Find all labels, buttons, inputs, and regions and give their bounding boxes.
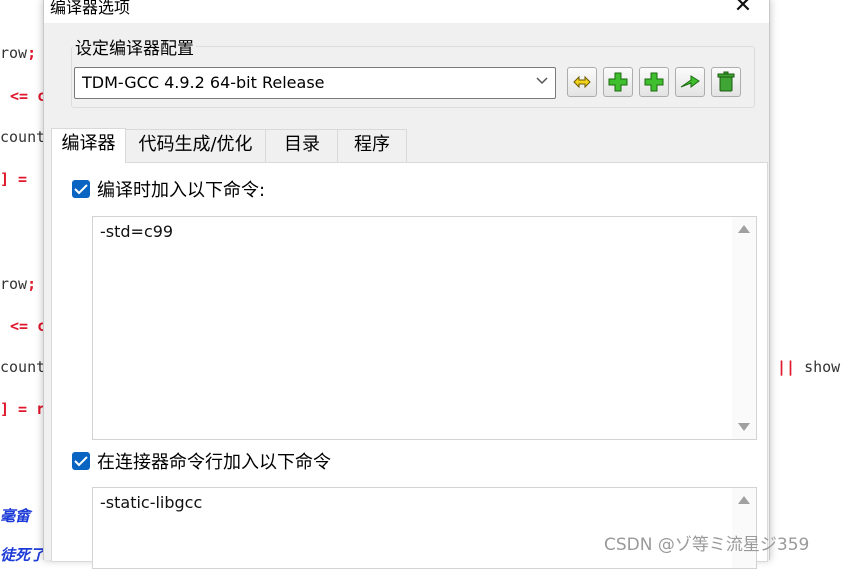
groupbox-label: 设定编译器配置 — [73, 34, 196, 59]
code-line-right: || show — [777, 358, 841, 376]
code-line: <= c — [10, 87, 47, 105]
add-compiler-set-button[interactable] — [603, 67, 633, 97]
delete-compiler-set-button[interactable] — [711, 67, 741, 97]
tab-compiler[interactable]: 编译器 — [51, 128, 126, 163]
linker-cmd-textarea[interactable]: -static-libgcc — [92, 487, 757, 569]
add-copy-compiler-set-button[interactable] — [639, 67, 669, 97]
compiler-cmd-value: -std=c99 — [100, 222, 174, 241]
compiler-cmd-checkbox[interactable] — [72, 180, 90, 198]
compiler-cmd-textarea[interactable]: -std=c99 — [92, 216, 757, 440]
dropdown-value: TDM-GCC 4.9.2 64-bit Release — [82, 73, 325, 92]
close-icon: ✕ — [733, 0, 753, 18]
title-bar: 编译器选项 ✕ — [44, 0, 769, 23]
watermark: CSDN @ゾ等ミ流星ジ359 — [604, 535, 810, 555]
tab-programs[interactable]: 程序 — [337, 129, 407, 162]
compiler-set-dropdown[interactable]: TDM-GCC 4.9.2 64-bit Release — [74, 67, 556, 99]
check-icon — [74, 456, 88, 467]
vertical-scrollbar[interactable] — [732, 217, 756, 439]
code-line: row; — [0, 44, 37, 62]
compiler-options-dialog: 编译器选项 ✕ 设定编译器配置 TDM-GCC 4.9.2 64-bit Rel… — [43, 0, 770, 569]
export-compiler-set-button[interactable] — [675, 67, 705, 97]
linker-cmd-value: -static-libgcc — [100, 493, 203, 512]
linker-cmd-checkbox[interactable] — [72, 452, 90, 470]
scroll-up-arrow-icon[interactable] — [738, 496, 750, 504]
scroll-up-arrow-icon[interactable] — [738, 225, 750, 233]
code-line-bottom: 徒死了 — [0, 546, 46, 564]
code-line: ] = r — [0, 400, 46, 418]
code-line: ] = — [0, 170, 28, 188]
compiler-tab-page: 编译时加入以下命令: -std=c99 在连接器命令行加入以下命令 -stati… — [51, 162, 768, 569]
tab-codegen-optimization[interactable]: 代码生成/优化 — [124, 129, 267, 162]
compiler-cmd-checkbox-label: 编译时加入以下命令: — [97, 180, 266, 201]
code-line: count — [0, 128, 46, 146]
linker-cmd-checkbox-label: 在连接器命令行加入以下命令 — [97, 452, 331, 473]
vertical-scrollbar[interactable] — [732, 488, 756, 568]
code-line: count — [0, 358, 46, 376]
check-icon — [74, 184, 88, 195]
code-line-bottom: 毫畲 — [0, 507, 31, 525]
scroll-down-arrow-icon[interactable] — [738, 423, 750, 431]
rename-compiler-set-button[interactable] — [567, 67, 597, 97]
code-line: row; — [0, 275, 37, 293]
close-button[interactable]: ✕ — [733, 0, 753, 17]
dialog-title: 编译器选项 — [50, 0, 131, 17]
tab-directories[interactable]: 目录 — [265, 129, 339, 162]
code-line: <= c — [10, 317, 47, 335]
chevron-down-icon — [535, 73, 549, 87]
